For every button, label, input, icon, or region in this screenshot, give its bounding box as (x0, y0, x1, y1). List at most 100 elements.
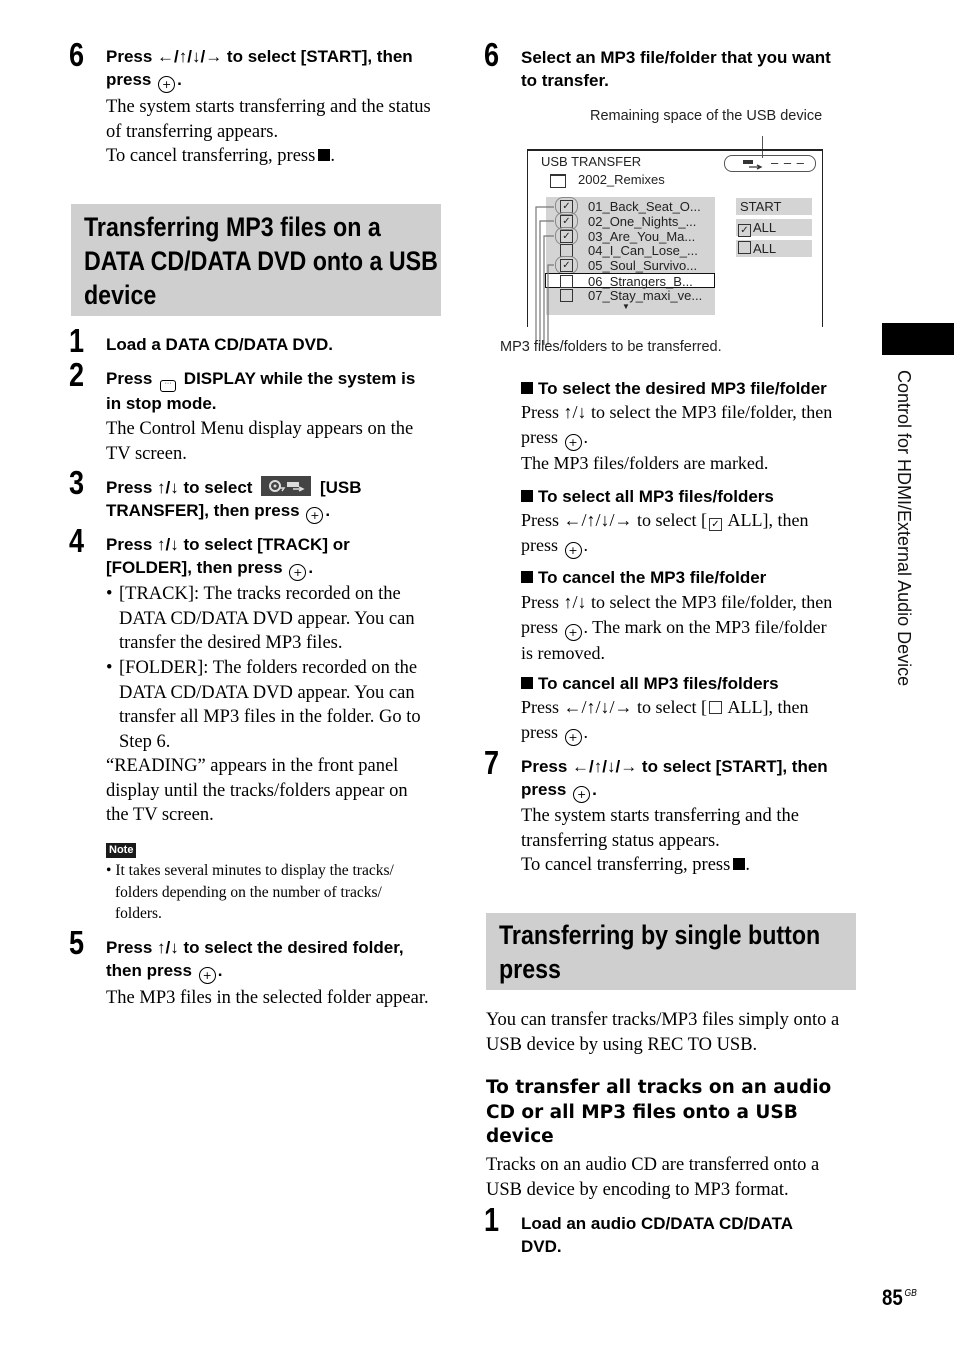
heading-text: [USB (319, 478, 362, 497)
subsection-body: Press ←/↑/↓/→ to select [ ALL], then pre… (521, 697, 809, 746)
step-number: 1 (69, 322, 85, 359)
bullet-line: Step 6. (119, 731, 171, 752)
body-line: Tracks on an audio CD are transferred on… (486, 1155, 820, 1175)
heading-text: Press ↑/↓ to select the desired folder, (106, 938, 404, 957)
body-line: Press ↑/↓ to select the MP3 file/folder,… (521, 402, 833, 422)
bullet-line: [TRACK]: The tracks recorded on the (119, 584, 401, 604)
step-heading: Load a DATA CD/DATA DVD. (106, 335, 333, 354)
body-text: is removed. (521, 642, 605, 663)
body-line: of transferring appears. (106, 121, 279, 142)
bullet-dot: • (106, 658, 113, 678)
enter-button-icon: + (289, 564, 307, 581)
step-heading: Press ↑/↓ to select [TRACK] or [FOLDER],… (106, 535, 350, 581)
subsection-body: Press ←/↑/↓/→ to select [✓ ALL], then pr… (521, 510, 809, 559)
subsection-title: To select all MP3 files/folders (521, 486, 774, 508)
heading-text: then press (106, 961, 192, 980)
note-line: folders. (115, 905, 162, 922)
step-body: The MP3 files in the selected folder app… (106, 988, 429, 1008)
bullet-square-icon (521, 490, 533, 502)
file-list-item[interactable]: ✓ 03_Are_You_Ma... (546, 226, 715, 245)
body-line: The system starts transferring and the (521, 806, 799, 826)
bullet-text: [TRACK]: The tracks recorded on the DATA… (119, 582, 415, 656)
bullet-dot: • (106, 584, 113, 604)
screen-title: USB TRANSFER (541, 154, 642, 169)
heading-text: [FOLDER], then press (106, 558, 283, 577)
heading-text: DVD. (521, 1237, 562, 1256)
file-list-item[interactable]: 06_Strangers_B... (545, 273, 715, 289)
screen-top-border (527, 149, 823, 151)
heading-line: press (106, 70, 152, 89)
title-line: device (84, 280, 157, 310)
enter-button-icon: + (158, 76, 176, 93)
body-text: Press ←/↑/↓/→ to select [ (521, 510, 707, 530)
bullet-square-icon (521, 677, 533, 689)
step-heading: Select an MP3 file/folder that you want … (521, 46, 831, 92)
heading-line: To transfer all tracks on an audio (486, 1077, 832, 1098)
body-line: To cancel transferring, press (106, 146, 316, 166)
title-line: DATA CD/DATA DVD onto a USB (84, 246, 438, 276)
display-button-icon: ··· (160, 380, 177, 392)
page-suffix: GB (904, 1288, 917, 1299)
heading-text: TRANSFER], then press (106, 501, 300, 520)
subsection-heading: To transfer all tracks on an audio CD or… (486, 1076, 831, 1150)
subsection-body: Press ↑/↓ to select the MP3 file/folder,… (521, 402, 833, 473)
heading-line: Press ←/↑/↓/→ to select [START], then (106, 47, 413, 66)
body-line: USB device by using REC TO USB. (486, 1034, 758, 1055)
cancel-all-button[interactable]: ALL (736, 240, 812, 257)
usb-space-value: – – – (771, 155, 805, 170)
step-body: The Control Menu display appears on the … (106, 417, 413, 466)
section-title: Transferring MP3 files on a DATA CD/DATA… (84, 210, 438, 312)
title-text: To cancel the MP3 file/folder (538, 568, 767, 587)
intro-paragraph: You can transfer tracks/MP3 files simply… (486, 1008, 839, 1057)
start-button[interactable]: START (736, 198, 812, 215)
callout-files-to-transfer: MP3 files/folders to be transferred. (500, 339, 722, 355)
folder-name: 2002_Remixes (578, 172, 665, 187)
empty-box-icon (708, 701, 722, 714)
body-line: USB device by encoding to MP3 format. (486, 1179, 789, 1200)
note-text: • It takes several minutes to display th… (106, 860, 394, 925)
file-name: 04_I_Can_Lose_... (588, 243, 698, 259)
stop-button-icon (318, 149, 331, 161)
step-heading: Press ←/↑/↓/→ to select [START], then pr… (521, 757, 828, 803)
bullet-line: transfer all MP3 files in the folder. Go… (119, 707, 421, 727)
stop-button-icon (733, 858, 746, 870)
step-number: 1 (484, 1201, 500, 1238)
step-heading: Press ··· DISPLAY while the system is in… (106, 367, 415, 415)
bullet-item: • [TRACK]: The tracks recorded on the DA… (106, 582, 415, 653)
step-heading: Press ↑/↓ to select [USB TRANSFER], then… (106, 476, 362, 524)
step-number: 2 (69, 356, 85, 393)
screen-left-border (527, 149, 528, 327)
file-list-item[interactable]: ✓ 05_Soul_Survivo... (546, 256, 715, 275)
bullet-line: [FOLDER]: The folders recorded on the (119, 658, 418, 678)
section-title: Transferring by single button press (499, 918, 820, 986)
note-badge: Note (106, 843, 137, 858)
bullet-dot: • (106, 862, 112, 879)
subsection-title: To cancel the MP3 file/folder (521, 567, 766, 589)
enter-button-icon: + (198, 967, 216, 984)
heading-line: device (486, 1126, 554, 1147)
button-label: ALL (753, 220, 777, 235)
subsection-title: To cancel all MP3 files/folders (521, 673, 779, 695)
enter-button-icon: + (564, 728, 582, 746)
body-text: press (521, 721, 558, 742)
bullet-square-icon (521, 571, 533, 583)
select-all-button[interactable]: ✓ ALL (736, 219, 812, 237)
bullet-line: DATA CD/DATA DVD appear. You can (119, 682, 415, 703)
heading-text: in stop mode. (106, 394, 217, 413)
step-number: 5 (69, 924, 85, 961)
file-list-item[interactable]: 07_Stay_maxi_ve... (546, 288, 715, 303)
subsection-body: Tracks on an audio CD are transferred on… (486, 1153, 819, 1202)
heading-text: Press ↑/↓ to select [TRACK] or (106, 535, 350, 554)
usb-space-indicator: – – – (724, 155, 816, 172)
body-text: press (521, 616, 558, 637)
title-line: press (499, 954, 561, 984)
step-number: 6 (69, 36, 85, 73)
step-body: The system starts transferring and the s… (106, 97, 431, 166)
callout-remaining-space: Remaining space of the USB device (590, 108, 823, 124)
step-number: 4 (69, 522, 85, 559)
heading-text: Press ↑/↓ to select (106, 478, 253, 497)
heading-text: Select an MP3 file/folder that you want (521, 48, 831, 67)
enter-button-icon: + (564, 623, 582, 641)
bullet-square-icon (521, 382, 533, 394)
scroll-down-arrow[interactable]: ▼ (622, 302, 630, 311)
